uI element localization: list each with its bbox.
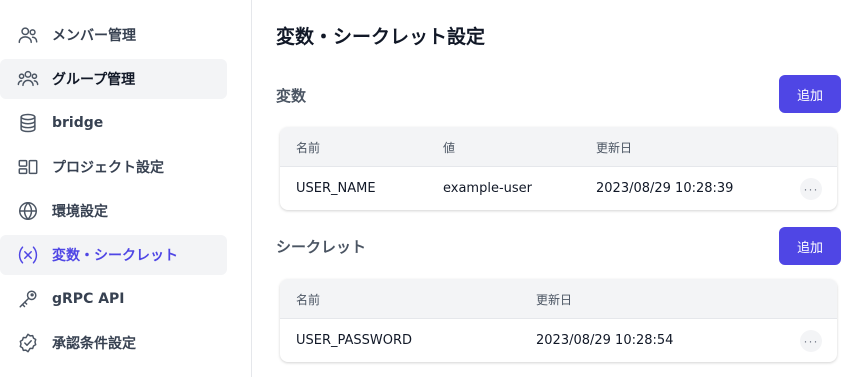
sidebar-item-label: 承認条件設定 <box>52 336 136 352</box>
database-icon <box>16 111 40 135</box>
sidebar-item-members[interactable]: メンバー管理 <box>0 15 227 55</box>
sidebar: メンバー管理 グループ管理 bridge プロジェクト設定 環境設定 変数・シー… <box>0 0 252 377</box>
sidebar-item-label: プロジェクト設定 <box>52 160 164 176</box>
variable-icon <box>16 243 40 267</box>
group-icon <box>16 67 40 91</box>
add-variable-button[interactable]: 追加 <box>779 75 841 113</box>
sidebar-item-label: bridge <box>52 115 104 131</box>
sidebar-item-bridge[interactable]: bridge <box>0 103 227 143</box>
more-options-button[interactable]: ··· <box>800 178 822 200</box>
sidebar-item-label: 環境設定 <box>52 204 108 220</box>
key-icon <box>16 287 40 311</box>
table-header: 名前 更新日 <box>280 279 837 318</box>
project-icon <box>16 155 40 179</box>
sidebar-item-variables-secrets[interactable]: 変数・シークレット <box>0 235 227 275</box>
main-content: 変数・シークレット設定 変数 追加 名前 値 更新日 USER_NAME exa… <box>253 0 855 377</box>
variables-section-title: 変数 <box>276 87 307 105</box>
table-row: USER_NAME example-user 2023/08/29 10:28:… <box>280 166 837 210</box>
sidebar-item-groups[interactable]: グループ管理 <box>0 59 227 99</box>
secret-name: USER_PASSWORD <box>296 333 413 348</box>
sidebar-item-label: グループ管理 <box>52 72 136 88</box>
column-header-updated: 更新日 <box>596 141 633 155</box>
variable-updated: 2023/08/29 10:28:39 <box>596 181 734 196</box>
sidebar-item-label: メンバー管理 <box>52 28 136 44</box>
variable-name: USER_NAME <box>296 181 376 196</box>
page-title: 変数・シークレット設定 <box>276 26 486 48</box>
secrets-section-title: シークレット <box>276 238 367 256</box>
add-secret-button[interactable]: 追加 <box>779 227 841 265</box>
sidebar-item-environment[interactable]: 環境設定 <box>0 191 227 231</box>
sidebar-item-project-settings[interactable]: プロジェクト設定 <box>0 147 227 187</box>
more-options-button[interactable]: ··· <box>800 330 822 352</box>
sidebar-item-grpc-api[interactable]: gRPC API <box>0 279 227 319</box>
globe-icon <box>16 199 40 223</box>
badge-check-icon <box>16 331 40 355</box>
secret-updated: 2023/08/29 10:28:54 <box>536 333 674 348</box>
column-header-name: 名前 <box>296 293 321 307</box>
sidebar-item-label: 変数・シークレット <box>52 248 178 264</box>
column-header-name: 名前 <box>296 141 321 155</box>
sidebar-item-approval-conditions[interactable]: 承認条件設定 <box>0 323 227 363</box>
variable-value: example-user <box>443 181 533 196</box>
sidebar-item-label: gRPC API <box>52 291 125 307</box>
table-header: 名前 値 更新日 <box>280 127 837 166</box>
column-header-value: 値 <box>443 141 456 155</box>
users-icon <box>16 23 40 47</box>
column-header-updated: 更新日 <box>536 293 573 307</box>
secrets-table: 名前 更新日 USER_PASSWORD 2023/08/29 10:28:54… <box>280 279 837 362</box>
variables-table: 名前 値 更新日 USER_NAME example-user 2023/08/… <box>280 127 837 210</box>
table-row: USER_PASSWORD 2023/08/29 10:28:54 ··· <box>280 318 837 362</box>
